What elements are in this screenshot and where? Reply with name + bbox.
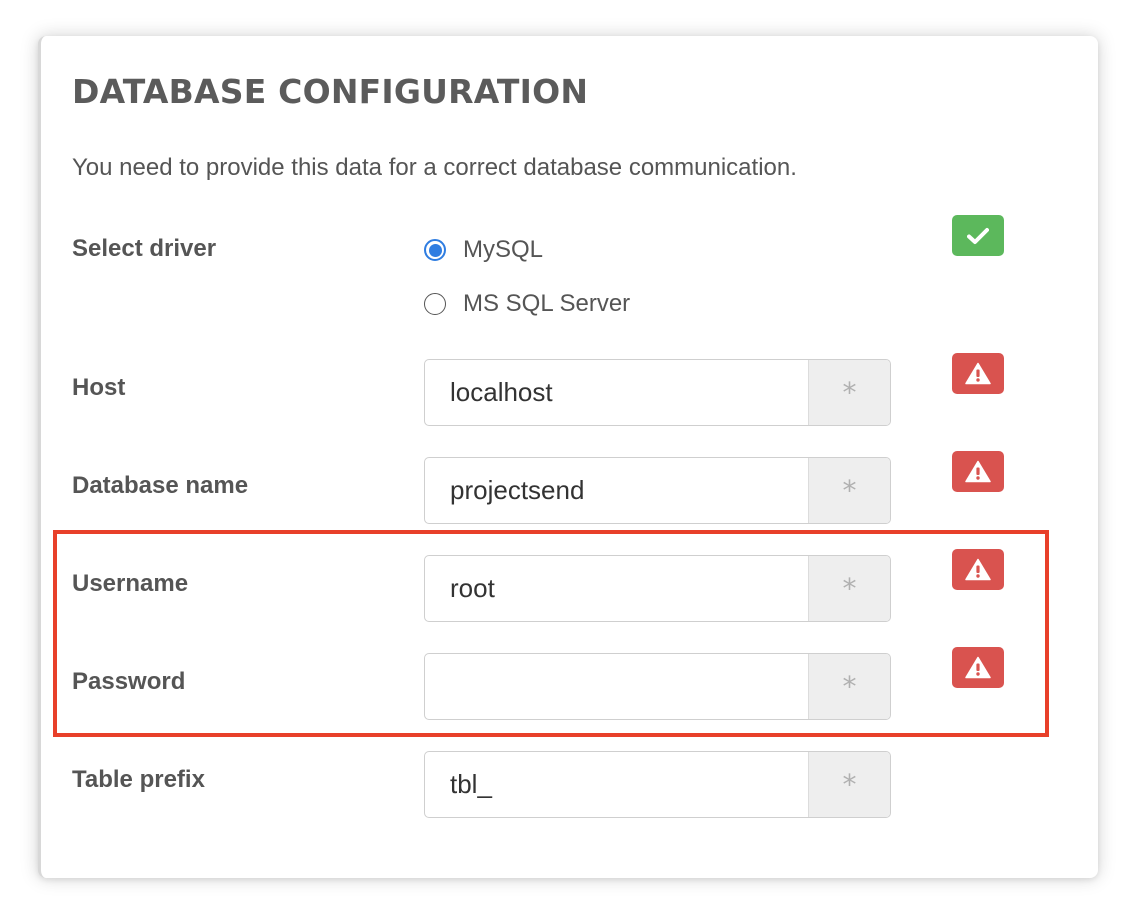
warning-triangle-icon: [965, 362, 991, 385]
username-input[interactable]: [425, 556, 808, 621]
database-name-input[interactable]: [425, 458, 808, 523]
password-input-group: *: [424, 653, 891, 720]
host-label: Host: [72, 374, 126, 401]
password-label: Password: [72, 668, 186, 695]
page-title: DATABASE CONFIGURATION: [72, 72, 589, 111]
username-label: Username: [72, 570, 189, 597]
required-indicator: *: [808, 556, 890, 621]
warning-triangle-icon: [965, 460, 991, 483]
database-name-input-group: *: [424, 457, 891, 524]
host-status-badge: [952, 353, 1004, 394]
warning-triangle-icon: [965, 558, 991, 581]
password-status-badge: [952, 647, 1004, 688]
password-input[interactable]: [425, 654, 808, 719]
table-prefix-label: Table prefix: [72, 766, 205, 793]
select-driver-label: Select driver: [72, 235, 217, 262]
host-input-group: *: [424, 359, 891, 426]
required-indicator: *: [808, 752, 890, 817]
host-input[interactable]: [425, 360, 808, 425]
table-prefix-input-group: *: [424, 751, 891, 818]
description-text: You need to provide this data for a corr…: [72, 154, 797, 181]
check-icon: [967, 227, 989, 244]
radio-label-mssql: MS SQL Server: [463, 290, 631, 317]
driver-status-badge: [952, 215, 1004, 256]
required-indicator: *: [808, 458, 890, 523]
required-indicator: *: [808, 654, 890, 719]
radio-button-mssql[interactable]: [424, 293, 446, 315]
required-indicator: *: [808, 360, 890, 425]
database-name-status-badge: [952, 451, 1004, 492]
radio-button-mysql[interactable]: [424, 239, 446, 261]
radio-option-mssql[interactable]: MS SQL Server: [424, 290, 630, 318]
radio-option-mysql[interactable]: MySQL: [424, 236, 543, 264]
database-name-label: Database name: [72, 472, 249, 499]
warning-triangle-icon: [965, 656, 991, 679]
radio-label-mysql: MySQL: [463, 236, 544, 263]
table-prefix-input[interactable]: [425, 752, 808, 817]
username-status-badge: [952, 549, 1004, 590]
username-input-group: *: [424, 555, 891, 622]
